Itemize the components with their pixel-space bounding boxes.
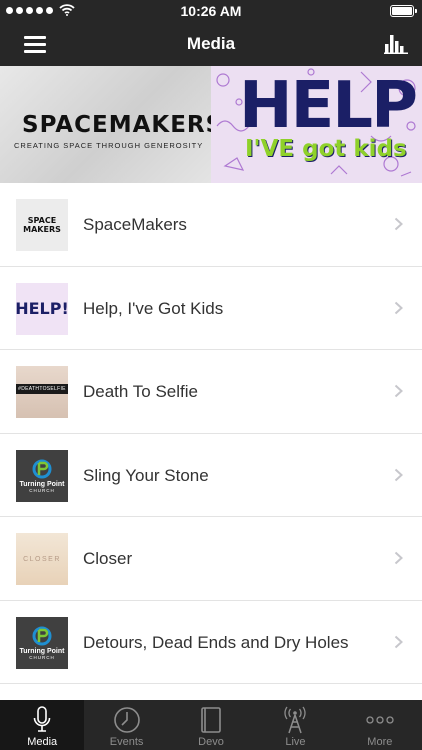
spacemakers-tagline: CREATING SPACE THROUGH GENEROSITY: [14, 141, 204, 150]
chevron-right-icon: [394, 551, 403, 565]
spacemakers-thumbnail: SPACE MAKERS: [16, 199, 68, 251]
bar-chart-icon[interactable]: [384, 32, 408, 54]
chevron-right-icon: [394, 301, 403, 314]
list-item[interactable]: Turning Point CHURCH Detours, Dead Ends …: [0, 601, 422, 684]
clock-icon: [113, 707, 140, 733]
thumbnail-text: HELP!: [16, 299, 68, 318]
list-item-label: Closer: [83, 549, 133, 568]
tab-more[interactable]: More: [338, 700, 422, 750]
turning-point-logo-icon: [32, 626, 52, 645]
tab-events[interactable]: Events: [84, 700, 168, 750]
list-item[interactable]: #DEATHTOSELFIE Death To Selfie: [0, 350, 422, 434]
featured-banners: SPACEMAKERS CREATING SPACE THROUGH GENER…: [0, 66, 422, 183]
help-kids-thumbnail: HELP!: [16, 282, 68, 335]
list-item[interactable]: SPACE MAKERS SpaceMakers: [0, 183, 422, 267]
page-title: Media: [186, 34, 236, 53]
thumbnail-text: Turning Point: [19, 480, 65, 488]
battery-icon: [390, 5, 417, 17]
list-item-label: Help, I've Got Kids: [83, 298, 224, 318]
tab-label: Events: [109, 736, 144, 748]
turning-point-logo-icon: [32, 459, 52, 478]
chevron-right-icon: [394, 384, 403, 398]
tab-label: Devo: [198, 736, 224, 748]
spacemakers-banner[interactable]: SPACEMAKERS CREATING SPACE THROUGH GENER…: [0, 66, 211, 183]
tab-devo[interactable]: Devo: [169, 700, 253, 750]
death-to-selfie-thumbnail: #DEATHTOSELFIE: [16, 366, 68, 418]
tab-live[interactable]: Live: [253, 700, 337, 750]
turning-point-thumbnail: Turning Point CHURCH: [16, 449, 68, 502]
chevron-right-icon: [394, 468, 403, 481]
spacemakers-logo: SPACEMAKERS: [22, 112, 211, 138]
chevron-right-icon: [394, 217, 403, 231]
tab-label: More: [367, 736, 393, 748]
tab-label: Media: [27, 736, 58, 748]
media-list: SPACE MAKERS SpaceMakers HELP! Help, I'v…: [0, 183, 422, 684]
book-icon: [201, 707, 221, 733]
tab-bar: Media Events Devo Live More: [0, 700, 422, 750]
list-item-label: Death To Selfie: [83, 382, 198, 401]
list-item[interactable]: Turning Point CHURCH Sling Your Stone: [0, 434, 422, 517]
chevron-right-icon: [394, 635, 403, 648]
help-title: HELP!: [239, 69, 422, 143]
status-time: 10:26 AM: [180, 3, 242, 19]
broadcast-tower-icon: [284, 706, 306, 734]
thumbnail-subtext: CHURCH: [29, 654, 55, 660]
thumbnail-text: SPACE MAKERS: [23, 216, 61, 234]
list-item-label: Detours, Dead Ends and Dry Holes: [83, 632, 349, 652]
list-item[interactable]: CLOSER Closer: [0, 517, 422, 601]
closer-thumbnail: CLOSER: [16, 533, 68, 585]
status-bar: 10:26 AM: [0, 0, 422, 22]
list-item-label: SpaceMakers: [83, 215, 187, 234]
nav-bar: Media: [0, 22, 422, 66]
tab-media[interactable]: Media: [0, 700, 85, 750]
thumbnail-text: Turning Point: [19, 647, 65, 655]
ellipsis-icon: [366, 716, 394, 724]
thumbnail-text: CLOSER: [23, 555, 61, 563]
tab-label: Live: [285, 736, 306, 748]
help-subtitle: I'VE got kids: [245, 136, 407, 162]
help-kids-banner[interactable]: HELP! I'VE got kids: [211, 66, 422, 183]
thumbnail-text: #DEATHTOSELFIE: [16, 384, 68, 394]
list-item-label: Sling Your Stone: [83, 465, 209, 485]
list-item[interactable]: HELP! Help, I've Got Kids: [0, 267, 422, 350]
turning-point-thumbnail: Turning Point CHURCH: [16, 616, 68, 669]
microphone-icon: [33, 706, 51, 732]
thumbnail-subtext: CHURCH: [29, 487, 55, 493]
